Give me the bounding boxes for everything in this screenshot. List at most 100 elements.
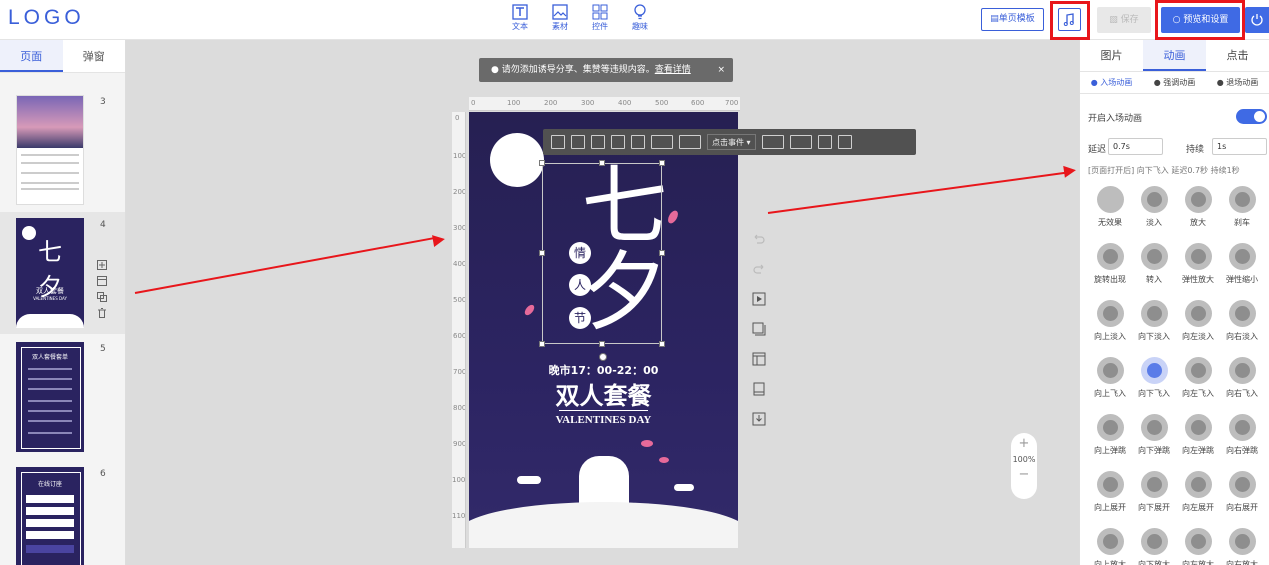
animation-option[interactable]: 向上淡入 <box>1090 300 1130 342</box>
notice-link[interactable]: 查看详情 <box>655 65 691 75</box>
resize-handle[interactable] <box>599 341 605 347</box>
close-icon[interactable]: × <box>717 58 725 82</box>
download-icon[interactable] <box>752 412 766 426</box>
tab-click[interactable]: 点击 <box>1206 40 1269 71</box>
widget-tool[interactable]: 控件 <box>587 4 613 32</box>
resize-handle[interactable] <box>659 160 665 166</box>
tab-pages[interactable]: 页面 <box>0 40 63 72</box>
poster-title[interactable]: 双人套餐 <box>469 376 738 411</box>
animation-option[interactable]: 向上放大 <box>1090 528 1130 565</box>
undo-icon[interactable] <box>752 232 766 246</box>
zoom-out-button[interactable]: − <box>1011 464 1037 486</box>
trash-icon[interactable] <box>837 135 852 149</box>
animation-option[interactable]: 向右飞入 <box>1222 357 1262 399</box>
animation-option[interactable]: 向左飞入 <box>1178 357 1218 399</box>
resize-handle[interactable] <box>539 160 545 166</box>
add-page-icon[interactable] <box>97 260 107 270</box>
animation-option[interactable]: 旋转出现 <box>1090 243 1130 285</box>
animation-option[interactable]: 向右弹跳 <box>1222 414 1262 456</box>
animation-option[interactable]: 向下淡入 <box>1134 300 1174 342</box>
frame-icon[interactable] <box>591 135 605 149</box>
fun-tool[interactable]: 趣味 <box>627 4 653 32</box>
animation-preview-icon <box>1184 357 1212 384</box>
animation-option[interactable]: 向下展开 <box>1134 471 1174 513</box>
phone-icon[interactable] <box>752 382 766 396</box>
layers-icon[interactable] <box>752 322 766 336</box>
crop-icon[interactable] <box>551 135 565 149</box>
poster-subtitle[interactable]: VALENTINES DAY <box>469 414 738 426</box>
tab-popups[interactable]: 弹窗 <box>63 40 126 72</box>
spacing-dropdown-icon[interactable] <box>789 135 812 149</box>
page-item-5[interactable]: 5 双人套餐套单 <box>0 338 125 460</box>
ruler-tick: 400 <box>618 99 632 107</box>
animation-option[interactable]: 向左展开 <box>1178 471 1218 513</box>
animation-option[interactable]: 刹车 <box>1222 186 1262 228</box>
animation-preview-icon <box>1184 243 1212 270</box>
animation-option[interactable]: 向左淡入 <box>1178 300 1218 342</box>
redo-icon[interactable] <box>752 262 766 276</box>
animation-option[interactable]: 向右展开 <box>1222 471 1262 513</box>
align-dropdown-icon[interactable] <box>679 135 701 149</box>
animation-option[interactable]: 向上飞入 <box>1090 357 1130 399</box>
page-settings-icon[interactable] <box>97 276 107 286</box>
animation-label: 向左飞入 <box>1182 389 1214 398</box>
resize-handle[interactable] <box>659 250 665 256</box>
rotate-handle[interactable] <box>599 353 607 361</box>
cut-icon[interactable] <box>571 135 585 149</box>
animation-preview-icon <box>1228 528 1256 555</box>
animation-option[interactable]: 向上弹跳 <box>1090 414 1130 456</box>
subtab-exit[interactable]: ● 退场动画 <box>1206 72 1269 93</box>
shadow-dropdown-icon[interactable] <box>651 135 673 149</box>
layout-icon[interactable] <box>752 352 766 366</box>
animation-option[interactable]: 向上展开 <box>1090 471 1130 513</box>
animation-option[interactable]: 向下弹跳 <box>1134 414 1174 456</box>
animation-option[interactable]: 弹性放大 <box>1178 243 1218 285</box>
copy-icon[interactable] <box>817 135 832 149</box>
resize-handle[interactable] <box>539 250 545 256</box>
animation-option[interactable]: 无效果 <box>1090 186 1130 228</box>
ruler-tick: 700 <box>453 368 466 376</box>
animation-option[interactable]: 向左放大 <box>1178 528 1218 565</box>
animation-option[interactable]: 向右放大 <box>1222 528 1262 565</box>
page-item-3[interactable]: 3 <box>0 85 125 210</box>
material-tool[interactable]: 素材 <box>547 4 573 32</box>
animation-option[interactable]: 向下放大 <box>1134 528 1174 565</box>
play-icon[interactable] <box>752 292 766 306</box>
subtab-emphasis[interactable]: ● 强调动画 <box>1143 72 1206 93</box>
animation-option[interactable]: 放大 <box>1178 186 1218 228</box>
delete-page-icon[interactable] <box>97 308 107 318</box>
animation-option[interactable]: 向下飞入 <box>1134 357 1174 399</box>
resize-handle[interactable] <box>659 341 665 347</box>
animation-option[interactable]: 弹性缩小 <box>1222 243 1262 285</box>
layer-down-icon[interactable] <box>631 135 645 149</box>
zoom-in-button[interactable]: + <box>1011 433 1037 455</box>
delay-input[interactable]: 0.7s <box>1108 138 1163 155</box>
layer-up-icon[interactable] <box>611 135 625 149</box>
page-item-4-selected[interactable]: 4 七夕 双人套餐 VALENTINES DAY <box>0 212 125 334</box>
subtab-enter[interactable]: ● 入场动画 <box>1080 72 1143 93</box>
save-button[interactable]: ▧ 保存 <box>1097 7 1151 33</box>
power-button[interactable] <box>1245 7 1269 33</box>
annotation-box-preview <box>1155 0 1245 40</box>
animation-option[interactable]: 淡入 <box>1134 186 1174 228</box>
enable-animation-toggle[interactable] <box>1236 109 1267 124</box>
animation-option[interactable]: 向左弹跳 <box>1178 414 1218 456</box>
animation-label: 向右淡入 <box>1226 332 1258 341</box>
selection-box[interactable] <box>539 160 665 361</box>
animation-label: 向右放大 <box>1226 560 1258 565</box>
animation-option[interactable]: 向右淡入 <box>1222 300 1262 342</box>
text-tool[interactable]: 文本 <box>507 4 533 32</box>
resize-handle[interactable] <box>599 160 605 166</box>
ruler-tick: 800 <box>453 404 466 412</box>
resize-handle[interactable] <box>539 341 545 347</box>
click-event-dropdown[interactable]: 点击事件 ▾ <box>707 134 756 150</box>
copy-page-icon[interactable] <box>97 292 107 302</box>
page-item-6[interactable]: 6 在线订座 <box>0 463 125 565</box>
tab-animation[interactable]: 动画 <box>1143 40 1206 71</box>
flip-dropdown-icon[interactable] <box>761 135 784 149</box>
tab-image[interactable]: 图片 <box>1080 40 1143 71</box>
animation-option[interactable]: 转入 <box>1134 243 1174 285</box>
ruler-tick: 600 <box>691 99 705 107</box>
duration-input[interactable]: 1s <box>1212 138 1267 155</box>
single-page-template-button[interactable]: ▤单页模板 <box>981 8 1044 31</box>
